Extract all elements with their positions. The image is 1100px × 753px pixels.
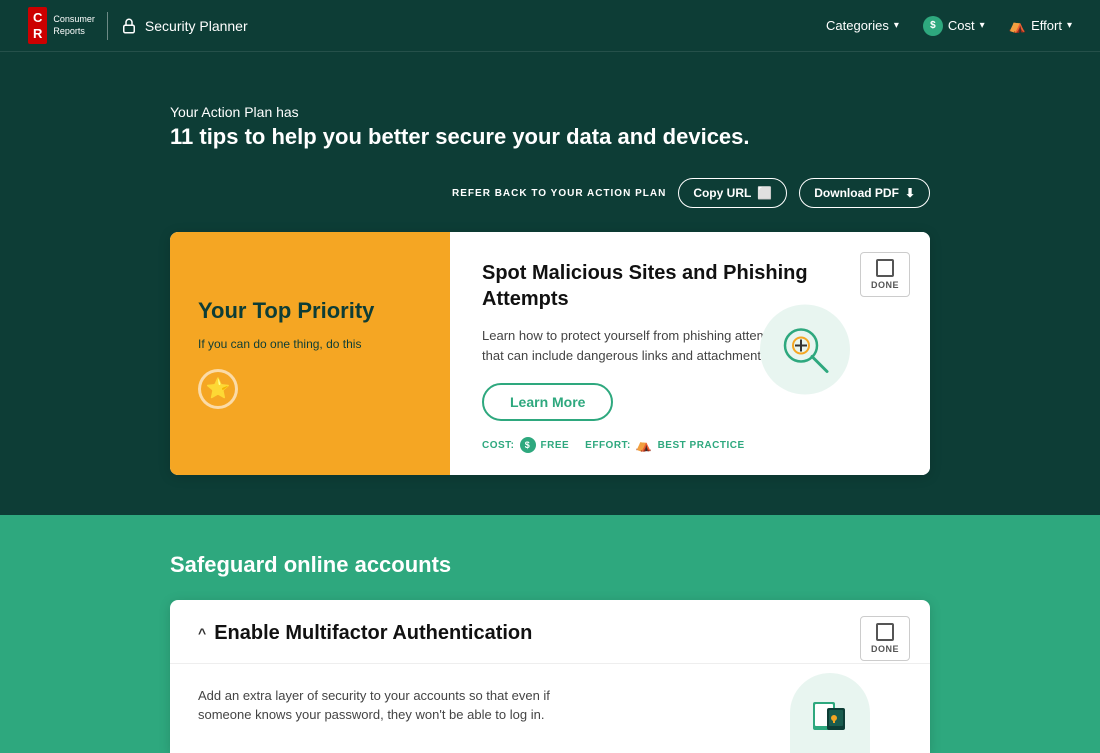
phishing-svg: [775, 319, 835, 379]
star-icon: ⭐: [198, 369, 238, 409]
copy-icon: ⬜: [757, 186, 772, 200]
nav-brand: Security Planner: [120, 17, 248, 35]
cost-meta-icon: $: [520, 437, 536, 453]
navbar: CR Consumer Reports Security Planner Cat…: [0, 0, 1100, 52]
second-illustration: [790, 673, 870, 753]
refer-label: REFER BACK TO YOUR ACTION PLAN: [452, 188, 666, 199]
categories-menu[interactable]: Categories ▾: [826, 18, 899, 33]
safeguard-section-title: Safeguard online accounts: [170, 551, 930, 580]
mfa-illustration: [790, 673, 870, 753]
second-card-desc: Add an extra layer of security to your a…: [198, 686, 578, 725]
teal-section: Safeguard online accounts ^ Enable Multi…: [0, 515, 1100, 753]
second-card-header: ^ Enable Multifactor Authentication DONE: [170, 600, 930, 664]
download-icon: ⬇: [905, 186, 915, 200]
cr-badge: CR: [28, 7, 47, 44]
second-done-checkbox: [876, 623, 894, 641]
done-button[interactable]: DONE: [860, 252, 910, 297]
top-priority-card: Your Top Priority If you can do one thin…: [170, 232, 930, 475]
priority-label: Your Top Priority: [198, 298, 422, 324]
navbar-left: CR Consumer Reports Security Planner: [28, 7, 248, 44]
effort-chevron: ▾: [1067, 20, 1072, 31]
effort-menu[interactable]: ⛺ Effort ▾: [1009, 17, 1072, 34]
action-row: REFER BACK TO YOUR ACTION PLAN Copy URL …: [170, 178, 930, 208]
categories-chevron: ▾: [894, 20, 899, 31]
effort-meta: EFFORT: ⛺ BEST PRACTICE: [585, 437, 744, 453]
hero-subtitle: Your Action Plan has: [170, 104, 930, 120]
effort-prefix-label: EFFORT:: [585, 440, 631, 451]
collapse-icon[interactable]: ^: [198, 625, 206, 641]
done-label: DONE: [871, 280, 899, 290]
priority-desc: If you can do one thing, do this: [198, 337, 422, 351]
nav-divider: [107, 12, 108, 40]
brand-label: Security Planner: [145, 18, 248, 34]
second-card-title: ^ Enable Multifactor Authentication: [198, 622, 902, 645]
second-done-button[interactable]: DONE: [860, 616, 910, 661]
cr-text: Consumer Reports: [53, 14, 95, 37]
done-checkbox: [876, 259, 894, 277]
effort-value: BEST PRACTICE: [658, 440, 745, 451]
card-right: DONE Spot Malicious Sites and Phishing A…: [450, 232, 930, 475]
hero-title: 11 tips to help you better secure your d…: [170, 124, 930, 150]
cost-meta: COST: $ FREE: [482, 437, 569, 453]
hero-section: Your Action Plan has 11 tips to help you…: [0, 52, 1100, 515]
card-left-yellow: Your Top Priority If you can do one thin…: [170, 232, 450, 475]
copy-url-button[interactable]: Copy URL ⬜: [678, 178, 787, 208]
effort-meta-icon: ⛺: [636, 437, 653, 453]
card-illustration: [760, 304, 850, 394]
cost-prefix-label: COST:: [482, 440, 515, 451]
card-meta: COST: $ FREE EFFORT: ⛺ BEST PRACTICE: [482, 437, 902, 453]
cost-icon: $: [923, 16, 943, 36]
card-desc: Learn how to protect yourself from phish…: [482, 326, 802, 365]
navbar-right: Categories ▾ $ Cost ▾ ⛺ Effort ▾: [826, 16, 1072, 36]
effort-icon: ⛺: [1009, 17, 1026, 34]
mfa-svg: [805, 688, 855, 738]
second-card: ^ Enable Multifactor Authentication DONE…: [170, 600, 930, 753]
cost-value: FREE: [541, 440, 570, 451]
download-pdf-button[interactable]: Download PDF ⬇: [799, 178, 930, 208]
second-card-body: Add an extra layer of security to your a…: [170, 664, 930, 753]
second-done-label: DONE: [871, 644, 899, 654]
phishing-illustration: [760, 304, 850, 394]
learn-more-button[interactable]: Learn More: [482, 383, 613, 421]
lock-icon: [120, 17, 138, 35]
cost-chevron: ▾: [980, 20, 985, 31]
cost-menu[interactable]: $ Cost ▾: [923, 16, 985, 36]
cr-logo: CR Consumer Reports: [28, 7, 95, 44]
